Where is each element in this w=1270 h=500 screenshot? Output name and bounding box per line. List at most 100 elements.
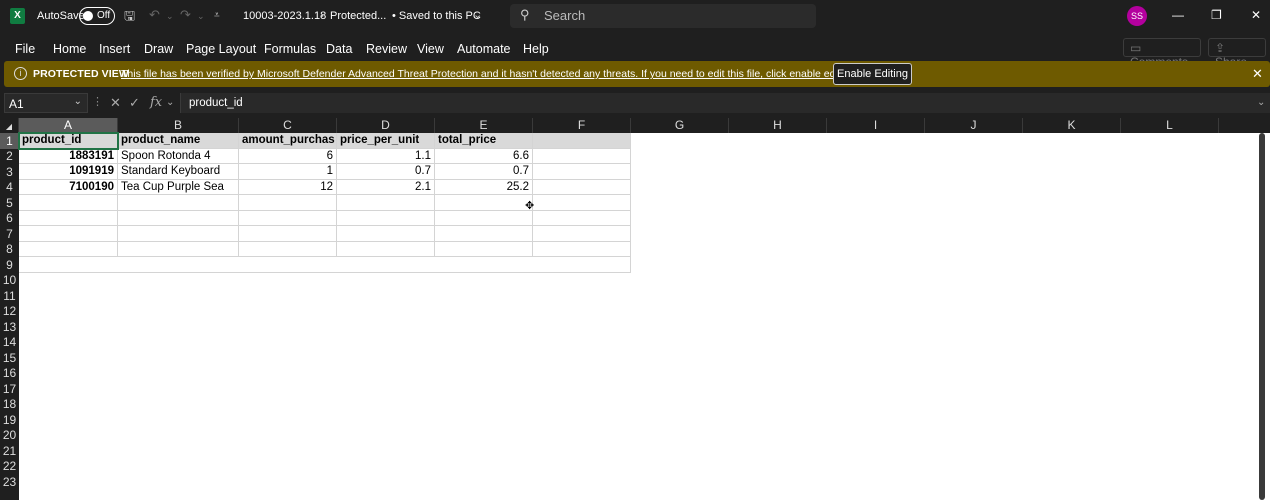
tab-data[interactable]: Data: [326, 42, 352, 56]
row-header-16[interactable]: 16: [0, 366, 19, 381]
cell-amount[interactable]: 12: [239, 180, 337, 195]
column-header-j[interactable]: J: [925, 118, 1023, 133]
empty-cell[interactable]: [337, 242, 435, 257]
empty-cell[interactable]: [435, 242, 533, 257]
tab-file[interactable]: File: [15, 42, 35, 56]
cell-total-price[interactable]: 25.2: [435, 180, 533, 195]
row-header-2[interactable]: 2: [0, 149, 19, 164]
empty-row-9[interactable]: [19, 257, 631, 273]
header-cell-amount[interactable]: amount_purchas: [239, 133, 337, 149]
cell-amount[interactable]: 1: [239, 164, 337, 180]
redo-dropdown-icon[interactable]: ⌄: [197, 11, 205, 22]
row-header-7[interactable]: 7: [0, 226, 19, 242]
tab-automate[interactable]: Automate: [457, 42, 511, 56]
row-header-1[interactable]: 1: [0, 133, 19, 149]
column-header-c[interactable]: C: [239, 118, 337, 133]
tab-review[interactable]: Review: [366, 42, 407, 56]
autosave-toggle[interactable]: Off: [79, 7, 115, 25]
header-cell-price-per-unit[interactable]: price_per_unit: [337, 133, 435, 149]
column-header-b[interactable]: B: [118, 118, 239, 133]
empty-cell[interactable]: [435, 195, 533, 211]
row-header-3[interactable]: 3: [0, 164, 19, 180]
row-header-4[interactable]: 4: [0, 180, 19, 195]
column-header-h[interactable]: H: [729, 118, 827, 133]
row-header-20[interactable]: 20: [0, 428, 19, 443]
row-header-9[interactable]: 9: [0, 257, 19, 273]
undo-icon[interactable]: ↶: [149, 7, 160, 23]
cell-price-per-unit[interactable]: 0.7: [337, 164, 435, 180]
empty-cell[interactable]: [19, 242, 118, 257]
row-header-19[interactable]: 19: [0, 412, 19, 428]
empty-cell[interactable]: [435, 211, 533, 226]
column-header-g[interactable]: G: [631, 118, 729, 133]
tab-insert[interactable]: Insert: [99, 42, 130, 56]
comments-button[interactable]: ▭ Comments: [1123, 38, 1201, 69]
cell-product-id[interactable]: 1883191: [19, 149, 118, 164]
row-header-8[interactable]: 8: [0, 242, 19, 257]
empty-cell[interactable]: [118, 195, 239, 211]
header-cell-product-name[interactable]: product_name: [118, 133, 239, 149]
cell-total-price[interactable]: 6.6: [435, 149, 533, 164]
search-box[interactable]: ⚲ Search: [510, 4, 816, 28]
empty-cell[interactable]: [533, 211, 631, 226]
cell-product-name[interactable]: Standard Keyboard: [118, 164, 239, 180]
spreadsheet-grid[interactable]: ◢ A B C D E F G H I J K L 1 2 3 4 5 6 7 …: [0, 118, 1270, 500]
close-window-icon[interactable]: ✕: [1251, 8, 1261, 22]
row-header-11[interactable]: 11: [0, 288, 19, 304]
empty-cell[interactable]: [337, 226, 435, 242]
column-header-e[interactable]: E: [435, 118, 533, 133]
empty-cell[interactable]: [239, 242, 337, 257]
column-header-k[interactable]: K: [1023, 118, 1121, 133]
header-cell-total-price[interactable]: total_price: [435, 133, 533, 149]
empty-cell[interactable]: [19, 226, 118, 242]
enter-icon[interactable]: ✓: [129, 95, 140, 111]
insert-function-icon[interactable]: fx: [150, 95, 162, 110]
empty-cell[interactable]: [19, 211, 118, 226]
tab-home[interactable]: Home: [53, 42, 86, 56]
tab-draw[interactable]: Draw: [144, 42, 173, 56]
row-header-17[interactable]: 17: [0, 381, 19, 397]
cell-product-id[interactable]: 7100190: [19, 180, 118, 195]
tab-view[interactable]: View: [417, 42, 444, 56]
row-header-14[interactable]: 14: [0, 335, 19, 350]
chevron-down-icon[interactable]: ⌄: [473, 8, 482, 21]
row-header-10[interactable]: 10: [0, 273, 19, 288]
row-header-6[interactable]: 6: [0, 211, 19, 226]
column-header-a[interactable]: A: [19, 118, 118, 133]
empty-cell[interactable]: [337, 195, 435, 211]
tab-help[interactable]: Help: [523, 42, 549, 56]
empty-cell[interactable]: [19, 195, 118, 211]
row-header-5[interactable]: 5: [0, 195, 19, 211]
select-all-corner[interactable]: ◢: [0, 118, 19, 133]
tab-page-layout[interactable]: Page Layout: [186, 42, 256, 56]
name-box[interactable]: A1 ⌄: [4, 93, 88, 113]
empty-cell[interactable]: [337, 211, 435, 226]
empty-cell[interactable]: [239, 195, 337, 211]
column-header-f[interactable]: F: [533, 118, 631, 133]
row-header-13[interactable]: 13: [0, 319, 19, 335]
cell-total-price[interactable]: 0.7: [435, 164, 533, 180]
document-title[interactable]: 10003-2023.1.18: [243, 10, 326, 22]
empty-cell[interactable]: [533, 195, 631, 211]
empty-cell[interactable]: [118, 211, 239, 226]
save-status[interactable]: • Saved to this PC: [392, 10, 481, 22]
column-header-d[interactable]: D: [337, 118, 435, 133]
empty-cell[interactable]: [239, 226, 337, 242]
column-header-i[interactable]: I: [827, 118, 925, 133]
empty-cell[interactable]: [118, 242, 239, 257]
protected-view-message[interactable]: This file has been verified by Microsoft…: [121, 68, 858, 80]
restore-icon[interactable]: ❐: [1211, 8, 1222, 22]
vertical-scrollbar[interactable]: [1259, 133, 1265, 500]
row-header-18[interactable]: 18: [0, 397, 19, 412]
minimize-icon[interactable]: —: [1172, 8, 1184, 22]
function-dropdown-icon[interactable]: ⌄: [166, 97, 174, 108]
cell-product-name[interactable]: Spoon Rotonda 4: [118, 149, 239, 164]
cell-f3[interactable]: [533, 164, 631, 180]
close-icon[interactable]: ✕: [1252, 66, 1263, 82]
redo-icon[interactable]: ↷: [180, 7, 191, 23]
cell-product-id[interactable]: 1091919: [19, 164, 118, 180]
customize-toolbar-icon[interactable]: ⩡: [214, 10, 220, 21]
formula-input[interactable]: product_id: [180, 93, 1270, 113]
row-header-15[interactable]: 15: [0, 350, 19, 366]
enable-editing-button[interactable]: Enable Editing: [833, 63, 912, 85]
